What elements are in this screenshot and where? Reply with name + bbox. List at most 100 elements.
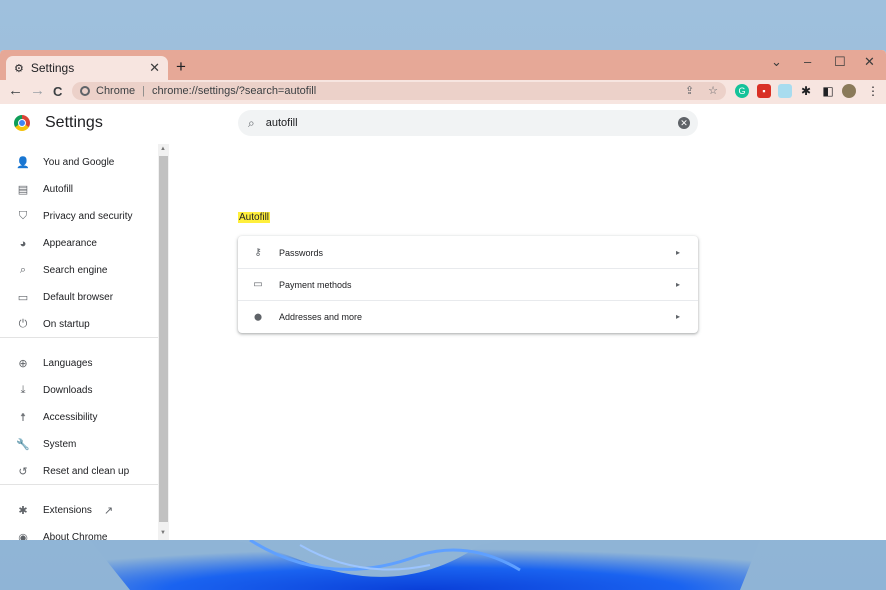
page-title: Settings xyxy=(45,114,103,131)
tab-search-dropdown-icon[interactable]: ⌄ xyxy=(771,54,782,70)
power-icon: ⏻ xyxy=(18,318,28,330)
browser-toolbar: ← → C Chrome | chrome://settings/?search… xyxy=(0,80,886,104)
puzzle-icon: ✱ xyxy=(18,505,28,517)
autofill-row-label: Payment methods xyxy=(279,279,352,290)
scrollbar-thumb[interactable] xyxy=(159,156,168,522)
external-link-icon: ↗ xyxy=(103,505,114,517)
sidebar-item-label: Accessibility xyxy=(43,412,98,423)
chrome-logo-icon xyxy=(14,115,30,131)
minimize-button[interactable]: – xyxy=(804,54,811,69)
tab-strip: ⚙ Settings ✕ + ⌄ – ☐ ✕ xyxy=(0,50,886,80)
settings-page: Settings ⌕ autofill ✕ 👤 You and Google ▤ Au… xyxy=(0,104,886,540)
sidebar-item[interactable]: ↺ Reset and clean up xyxy=(0,458,158,485)
url-separator: | xyxy=(142,85,145,97)
chrome-icon: ◉ xyxy=(18,532,28,540)
bookmark-star-icon[interactable]: ☆ xyxy=(708,84,718,97)
sidebar-item[interactable]: ◉ About Chrome xyxy=(0,524,158,540)
sidebar-item[interactable]: ⌕ Search engine xyxy=(0,257,158,284)
browser-window: ⚙ Settings ✕ + ⌄ – ☐ ✕ ← → C Chrome | ch… xyxy=(0,50,886,540)
section-title-autofill: Autofill xyxy=(238,212,271,223)
autofill-row[interactable]: ⚷ Passwords ▸ xyxy=(238,236,698,269)
sidebar-divider xyxy=(0,484,158,485)
red-extension-icon[interactable]: ▪ xyxy=(757,84,771,98)
sidebar-item[interactable]: ⊕ Languages xyxy=(0,350,158,377)
sidebar-item-label: Search engine xyxy=(43,265,108,276)
sidebar-item-label: System xyxy=(43,439,77,450)
sidebar-item[interactable]: ▤ Autofill xyxy=(0,176,158,203)
maximize-button[interactable]: ☐ xyxy=(834,54,846,70)
gear-icon: ⚙ xyxy=(14,62,24,75)
sidebar-item[interactable]: ⤓ Downloads xyxy=(0,377,158,404)
search-icon: ⌕ xyxy=(19,264,27,276)
sidebar-item[interactable]: ◕ Appearance xyxy=(0,230,158,257)
clear-search-icon[interactable]: ✕ xyxy=(678,117,690,129)
forward-button[interactable]: → xyxy=(30,82,45,99)
shield-icon: ⛉ xyxy=(18,210,28,222)
sidebar-item-label: Reset and clean up xyxy=(43,466,130,477)
clipboard-icon: ▤ xyxy=(17,184,29,196)
site-label: Chrome xyxy=(96,85,136,97)
credit-card-icon: ▭ xyxy=(253,279,263,290)
autofill-row-label: Addresses and more xyxy=(279,311,363,322)
tab-close-button[interactable]: ✕ xyxy=(149,60,160,76)
history-icon: ↺ xyxy=(18,466,28,478)
key-icon: ⚷ xyxy=(254,247,262,258)
browser-icon: ▭ xyxy=(17,292,29,304)
sidebar-item[interactable]: ▭ Default browser xyxy=(0,284,158,311)
person-icon: 👤 xyxy=(16,157,30,169)
new-tab-button[interactable]: + xyxy=(176,57,186,77)
search-input-value[interactable]: autofill xyxy=(266,117,298,129)
puzzle-icon[interactable]: ✱ xyxy=(799,84,813,98)
chevron-right-icon: ▸ xyxy=(675,312,680,321)
sidebar-item[interactable]: ✱ Extensions ↗ xyxy=(0,497,158,524)
sidebar: 👤 You and Google ▤ Autofill ⛉ Privacy and sec… xyxy=(0,144,158,540)
address-bar[interactable]: Chrome | chrome://settings/?search=autof… xyxy=(72,82,726,100)
wrench-icon: 🔧 xyxy=(16,439,30,451)
share-icon[interactable]: ⇪ xyxy=(685,84,694,97)
row-divider xyxy=(238,300,698,301)
scroll-up-arrow-icon[interactable]: ▲ xyxy=(160,146,166,152)
window-close-button[interactable]: ✕ xyxy=(864,54,875,70)
download-icon: ⤓ xyxy=(20,384,26,396)
sidebar-item-label: On startup xyxy=(43,319,90,330)
tab-title: Settings xyxy=(30,61,75,75)
sidebar-item-label: About Chrome xyxy=(43,532,108,540)
autofill-card: ⚷ Passwords ▸ ▭ Payment methods ▸ ⬤ Addresses a… xyxy=(238,236,698,333)
sidebar-item-label: Appearance xyxy=(43,238,97,249)
accessibility-icon: ☨ xyxy=(20,412,26,424)
sidebar-item[interactable]: 👤 You and Google xyxy=(0,149,158,176)
avatar[interactable] xyxy=(842,84,856,98)
row-divider xyxy=(238,268,698,269)
location-pin-icon: ⬤ xyxy=(254,313,262,321)
grammarly-extension-icon[interactable]: G xyxy=(735,84,749,98)
sidebar-item[interactable]: ☨ Accessibility xyxy=(0,404,158,431)
palette-icon: ◕ xyxy=(19,237,27,250)
menu-dots-icon[interactable]: ⋮ xyxy=(866,84,880,98)
chevron-right-icon: ▸ xyxy=(675,280,680,289)
sidebar-item-label: Default browser xyxy=(43,292,114,303)
blue-extension-icon[interactable] xyxy=(778,84,792,98)
sidebar-item[interactable]: ⛉ Privacy and security xyxy=(0,203,158,230)
sidebar-scrollbar[interactable]: ▲ ▼ xyxy=(158,144,169,540)
sidebar-item[interactable]: 🔧 System xyxy=(0,431,158,458)
scroll-down-arrow-icon[interactable]: ▼ xyxy=(160,530,166,536)
sidebar-item-label: Languages xyxy=(43,358,93,369)
sidebar-item-label: Autofill xyxy=(43,184,74,195)
settings-header: Settings xyxy=(14,114,103,132)
url-text: chrome://settings/?search=autofill xyxy=(151,85,317,97)
sidebar-item-label: Downloads xyxy=(43,385,93,396)
reload-button[interactable]: C xyxy=(53,84,62,99)
autofill-row[interactable]: ▭ Payment methods ▸ xyxy=(238,268,698,301)
side-panel-icon[interactable]: ◧ xyxy=(821,84,835,98)
globe-icon: ⊕ xyxy=(18,358,28,370)
autofill-row[interactable]: ⬤ Addresses and more ▸ xyxy=(238,300,698,333)
sidebar-item-label: Extensions xyxy=(43,505,92,516)
chrome-site-icon xyxy=(80,86,90,96)
tab-settings[interactable]: ⚙ Settings ✕ xyxy=(6,56,168,80)
sidebar-item-label: Privacy and security xyxy=(43,211,133,222)
sidebar-divider xyxy=(0,337,158,338)
sidebar-item-label: You and Google xyxy=(43,157,115,168)
back-button[interactable]: ← xyxy=(8,82,23,99)
sidebar-item[interactable]: ⏻ On startup xyxy=(0,311,158,338)
settings-search-input[interactable]: ⌕ autofill ✕ xyxy=(238,110,698,136)
